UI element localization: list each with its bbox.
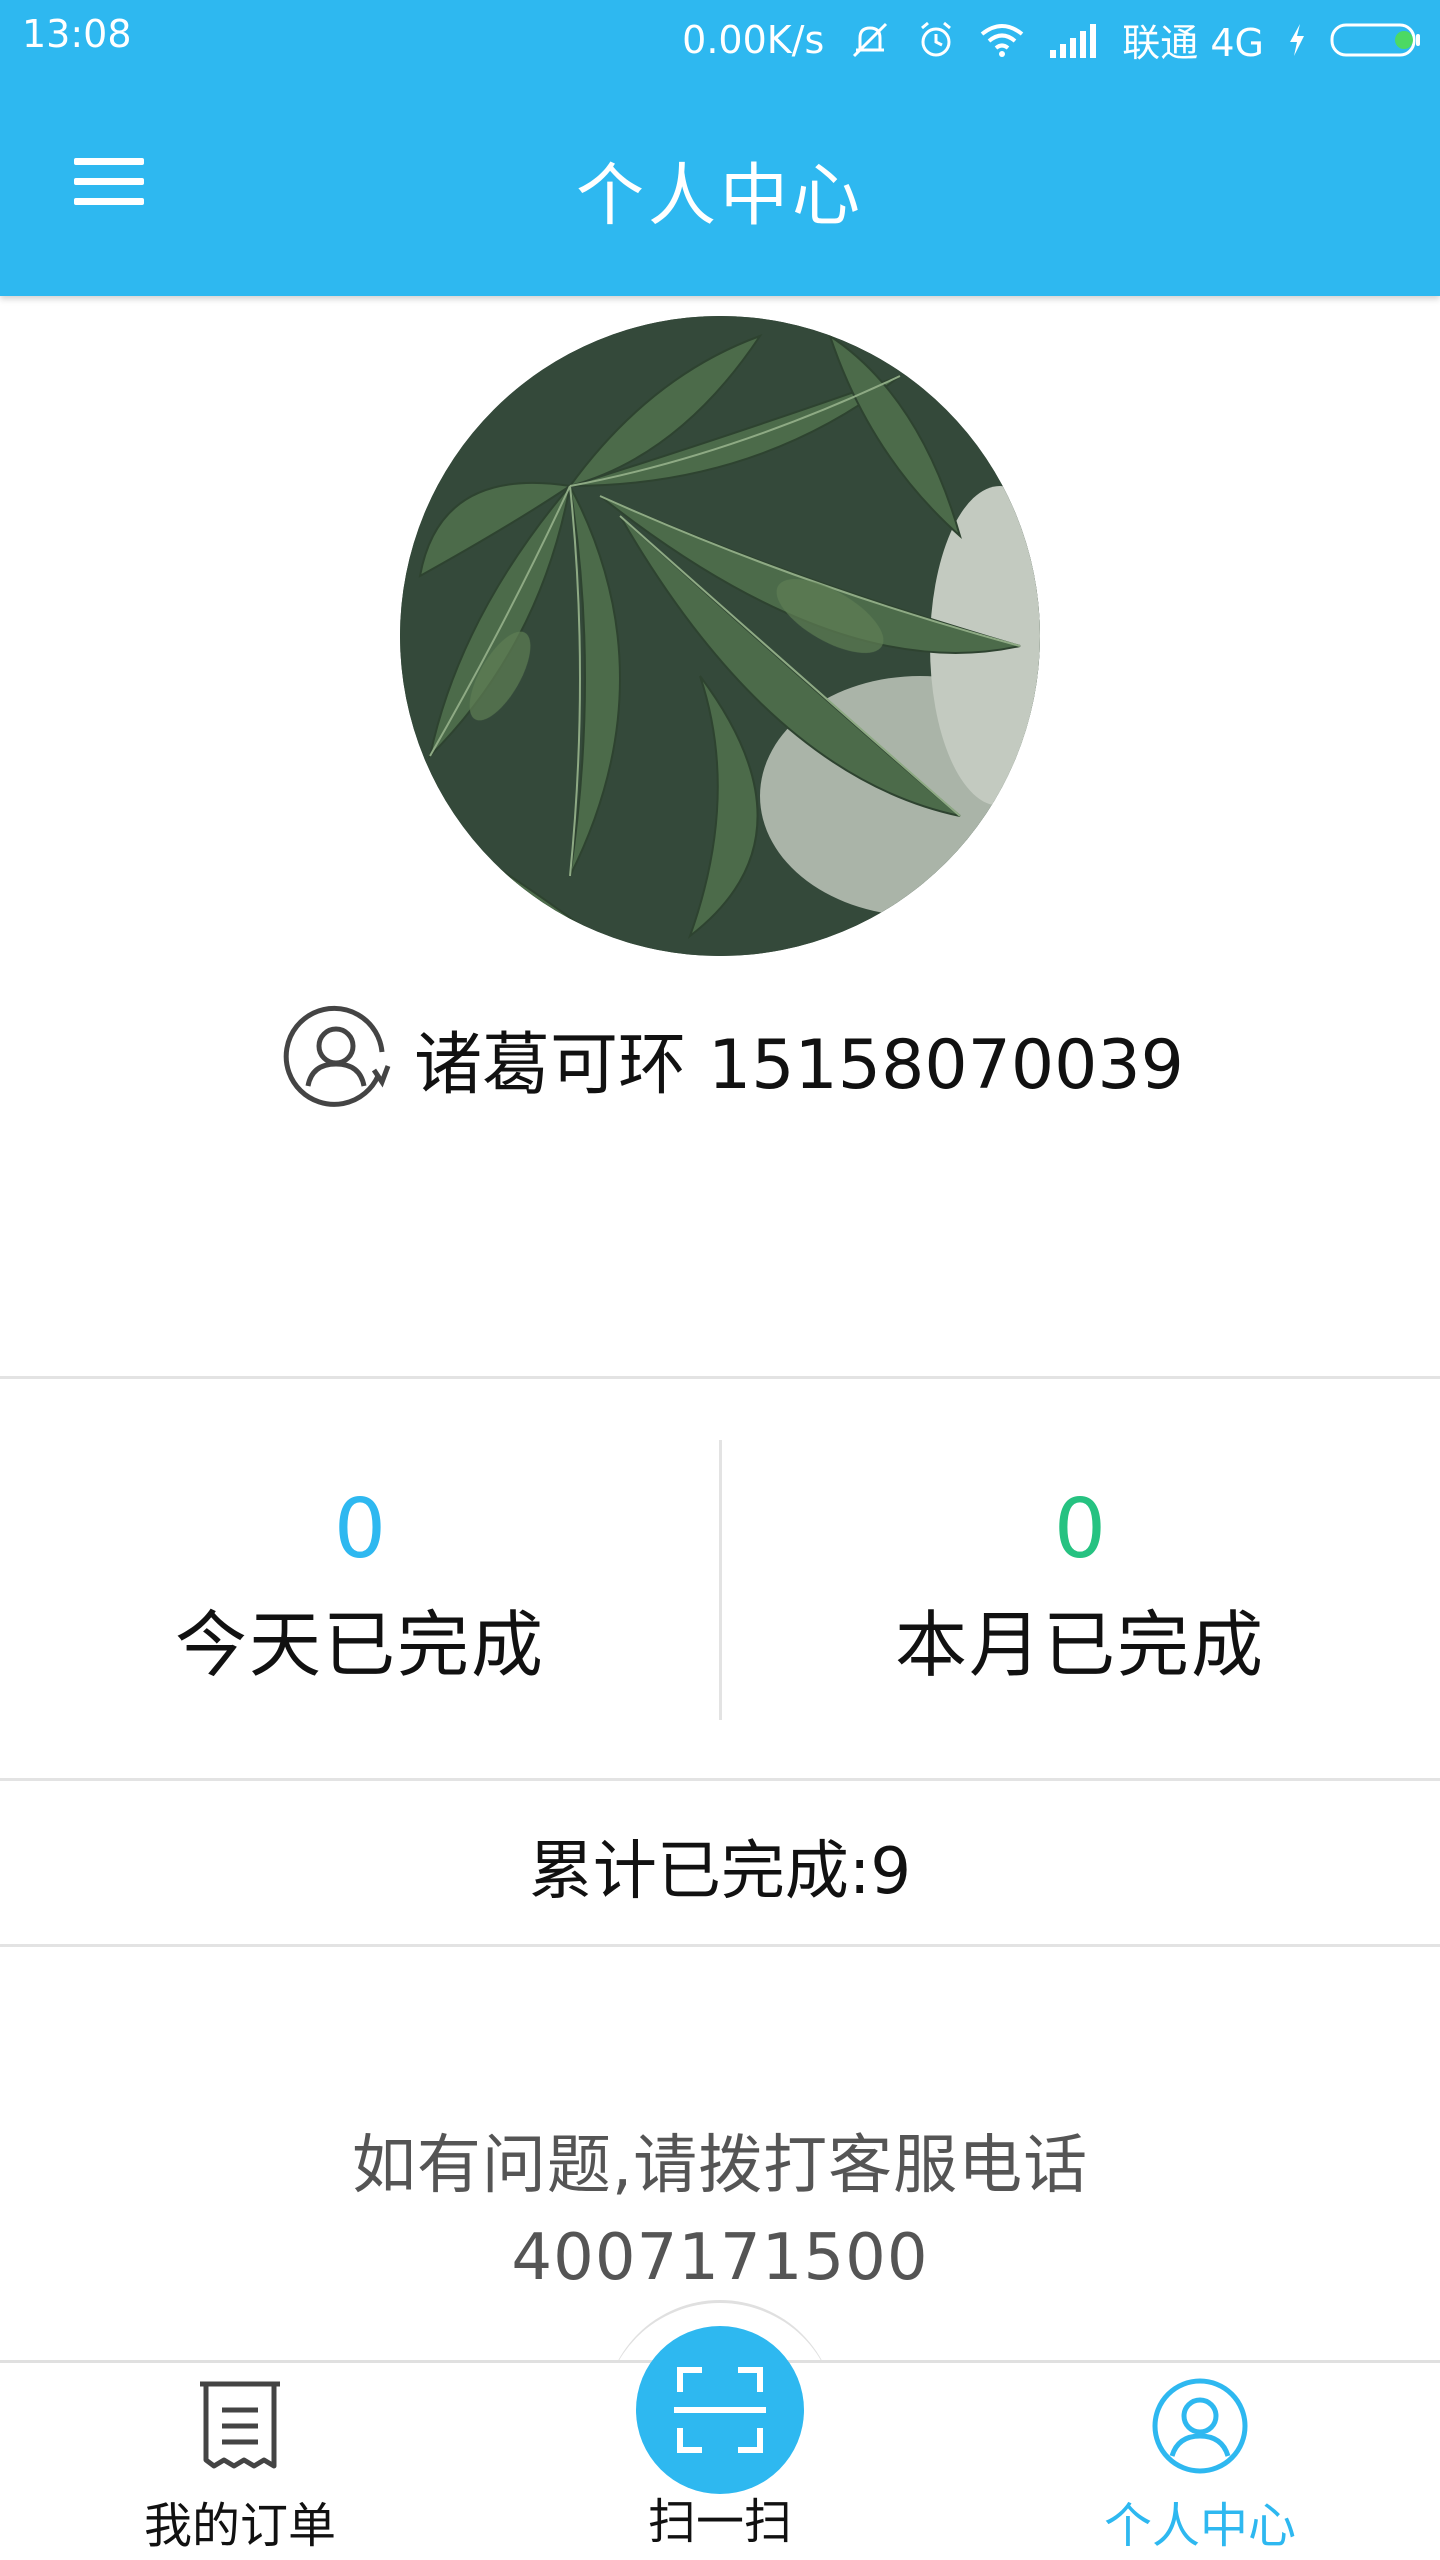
contact-text: 如有问题,请拨打客服电话	[351, 2129, 1089, 2203]
stat-month: 0 本月已完成	[720, 1480, 1440, 1691]
status-bar: 13:08 0.00K/s 联通 4G	[0, 0, 1440, 72]
contact-phone[interactable]: 4007171500	[0, 2212, 1440, 2304]
user-circle-icon	[1152, 2378, 1248, 2474]
alarm-icon	[921, 21, 952, 56]
order-list-icon	[200, 2381, 280, 2469]
nav-my-orders-label: 我的订单	[143, 2498, 336, 2554]
avatar[interactable]	[400, 316, 1040, 956]
stat-today-value: 0	[333, 1482, 387, 1577]
user-phone: 15158070039	[708, 1025, 1184, 1105]
user-profile-icon	[283, 1005, 391, 1107]
nav-profile[interactable]: 个人中心	[1050, 2376, 1350, 2556]
mute-icon	[853, 22, 888, 57]
wifi-icon	[981, 23, 1024, 57]
customer-service-info: 如有问题,请拨打客服电话 4007171500	[0, 2120, 1440, 2304]
carrier-label: 联通 4G	[1122, 21, 1264, 65]
avatar-photo	[400, 316, 1040, 956]
divider	[0, 1778, 1440, 1781]
stat-month-label: 本月已完成	[894, 1603, 1265, 1687]
status-time: 13:08	[22, 12, 132, 56]
scan-icon	[674, 2367, 766, 2453]
divider	[0, 1944, 1440, 1947]
network-speed: 0.00K/s	[682, 17, 825, 62]
user-name: 诸葛可环	[414, 1025, 687, 1105]
app-bar: 13:08 0.00K/s 联通 4G 个人中心	[0, 0, 1440, 296]
nav-my-orders[interactable]: 我的订单	[90, 2376, 390, 2556]
charging-icon	[1290, 23, 1304, 56]
user-info: 诸葛可环 15158070039	[278, 998, 1184, 1118]
page-title: 个人中心	[575, 157, 864, 236]
signal-icon	[1050, 23, 1097, 58]
total-completed: 累计已完成:9	[528, 1835, 912, 1909]
stat-month-value: 0	[1053, 1482, 1107, 1577]
divider	[0, 1376, 1440, 1379]
status-icons: 0.00K/s 联通 4G	[682, 12, 1422, 67]
nav-profile-label: 个人中心	[1103, 2498, 1296, 2554]
scan-button[interactable]	[636, 2326, 804, 2494]
stat-today-label: 今天已完成	[174, 1603, 545, 1687]
nav-scan-label: 扫一扫	[647, 2494, 792, 2550]
stat-today: 0 今天已完成	[0, 1480, 720, 1691]
battery-icon	[1330, 23, 1420, 56]
